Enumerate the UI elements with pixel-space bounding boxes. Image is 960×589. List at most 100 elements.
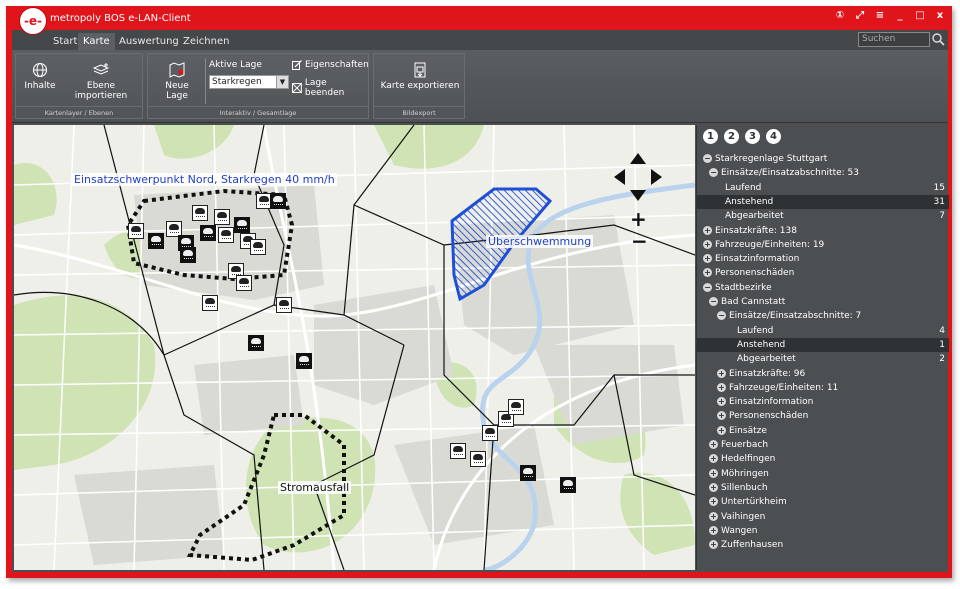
incident-marker[interactable] (236, 275, 252, 291)
tree-item[interactable]: + Sillenbuch (697, 481, 949, 495)
tree-item[interactable]: Abgearbeitet 7 (697, 209, 949, 223)
tree-item[interactable]: + Vaihingen (697, 510, 949, 524)
tree-item[interactable]: + Einsatzinformation (697, 252, 949, 266)
incident-marker[interactable] (560, 477, 576, 493)
expand-icon[interactable]: + (709, 482, 718, 492)
neue-lage-button[interactable]: Neue Lage (154, 62, 200, 101)
tree-item[interactable]: + Personenschäden (697, 266, 949, 280)
expand-icon[interactable]: + (709, 454, 718, 464)
menu-icon[interactable]: ≡ (874, 10, 886, 21)
expand-icon[interactable]: + (703, 239, 712, 249)
tree-item[interactable]: Laufend 15 (697, 181, 949, 195)
incident-marker[interactable] (508, 399, 524, 415)
collapse-icon[interactable]: − (703, 154, 712, 163)
tree-item[interactable]: Anstehend 31 (697, 194, 949, 209)
tree-item[interactable]: + Möhringen (697, 467, 949, 481)
tree-item[interactable]: − Stadtbezirke (697, 281, 949, 295)
incident-marker[interactable] (128, 223, 144, 239)
expand-icon[interactable]: + (717, 425, 726, 435)
incident-marker[interactable] (250, 239, 266, 255)
step-1[interactable]: 1 (703, 129, 718, 144)
search-input[interactable]: Suchen (858, 32, 930, 47)
expand-icon[interactable]: + (709, 540, 718, 550)
incident-marker[interactable] (520, 465, 536, 481)
expand-icon[interactable]: + (709, 525, 718, 535)
pan-down-icon[interactable] (630, 190, 646, 201)
maximize-button[interactable]: □ (914, 10, 926, 21)
eigenschaften-button[interactable]: Eigenschaften (292, 60, 369, 70)
tree-item[interactable]: Anstehend 1 (697, 337, 949, 352)
map-view[interactable]: Einsatzschwerpunkt Nord, Starkregen 40 m… (14, 125, 695, 570)
tree-item[interactable]: + Einsatzkräfte: 96 (697, 367, 949, 381)
incident-marker[interactable] (148, 233, 164, 249)
incident-marker[interactable] (200, 225, 216, 241)
tree-item[interactable]: Abgearbeitet 2 (697, 352, 949, 366)
tree-item[interactable]: + Einsatzkräfte: 138 (697, 224, 949, 238)
collapse-icon[interactable]: − (709, 168, 718, 178)
expand-icon[interactable]: + (709, 511, 718, 521)
tree-item[interactable]: − Einsätze/Einsatzabschnitte: 53 (697, 166, 949, 180)
tree-item[interactable]: + Fahrzeuge/Einheiten: 11 (697, 381, 949, 395)
tree-item[interactable]: + Fahrzeuge/Einheiten: 19 (697, 238, 949, 252)
incident-marker[interactable] (180, 247, 196, 263)
close-button[interactable]: x (934, 10, 946, 21)
expand-icon[interactable]: + (709, 468, 718, 478)
tree-item[interactable]: + Zuffenhausen (697, 538, 949, 552)
incident-marker[interactable] (270, 193, 286, 209)
tree-item[interactable]: − Einsätze/Einsatzabschnitte: 7 (697, 309, 949, 323)
incident-marker[interactable] (482, 425, 498, 441)
tab-auswertung[interactable]: Auswertung (114, 33, 184, 50)
collapse-icon[interactable]: − (717, 311, 726, 321)
inhalte-button[interactable]: Inhalte (20, 62, 60, 91)
user-icon[interactable]: ① (834, 10, 846, 21)
tree-item[interactable]: − Starkregenlage Stuttgart (697, 152, 949, 166)
incident-marker[interactable] (218, 227, 234, 243)
incident-marker[interactable] (296, 353, 312, 369)
tree-item[interactable]: + Personenschäden (697, 409, 949, 423)
pan-control[interactable] (612, 151, 664, 203)
expand-icon[interactable]: + (703, 225, 712, 235)
expand-icon[interactable]: + (717, 382, 726, 392)
incident-marker[interactable] (214, 209, 230, 225)
aktive-lage-select[interactable]: Starkregen ▼ (209, 75, 289, 89)
expand-icon[interactable]: + (703, 268, 712, 278)
tree-item[interactable]: + Hedelfingen (697, 452, 949, 466)
tab-karte[interactable]: Karte (78, 33, 115, 50)
tree-item[interactable]: − Bad Cannstatt (697, 295, 949, 309)
tab-zeichnen[interactable]: Zeichnen (178, 33, 234, 50)
expand-icon[interactable]: + (703, 254, 712, 264)
tree-item[interactable]: + Einsätze (697, 424, 949, 438)
tree-item[interactable]: Laufend 4 (697, 324, 949, 338)
tree-item[interactable]: + Einsatzinformation (697, 395, 949, 409)
ebene-importieren-button[interactable]: Ebene importieren (60, 62, 142, 101)
incident-marker[interactable] (248, 335, 264, 351)
incident-marker[interactable] (234, 217, 250, 233)
step-4[interactable]: 4 (766, 129, 781, 144)
tree-item[interactable]: + Untertürkheim (697, 495, 949, 509)
zoom-out-button[interactable]: − (631, 229, 648, 253)
pan-up-icon[interactable] (630, 153, 646, 164)
incident-marker[interactable] (470, 451, 486, 467)
expand-icon[interactable]: + (717, 368, 726, 378)
incident-marker[interactable] (450, 443, 466, 459)
pan-right-icon[interactable] (651, 169, 662, 185)
pan-left-icon[interactable] (614, 169, 625, 185)
minimize-button[interactable]: _ (894, 10, 906, 21)
zoom-in-button[interactable]: + (630, 207, 647, 231)
incident-marker[interactable] (202, 295, 218, 311)
step-3[interactable]: 3 (745, 129, 760, 144)
lage-beenden-button[interactable]: Lage beenden (292, 78, 368, 98)
incident-marker[interactable] (192, 205, 208, 221)
karte-exportieren-button[interactable]: Karte exportieren (376, 62, 464, 91)
tree-item[interactable]: + Feuerbach (697, 438, 949, 452)
step-2[interactable]: 2 (724, 129, 739, 144)
collapse-icon[interactable]: − (709, 297, 718, 306)
collapse-icon[interactable]: − (703, 282, 712, 292)
incident-marker[interactable] (276, 297, 292, 313)
expand-icon[interactable]: + (709, 497, 718, 507)
tree-item[interactable]: + Wangen (697, 524, 949, 538)
expand-icon[interactable]: + (709, 440, 718, 449)
fullscreen-icon[interactable]: ⤢ (854, 10, 866, 21)
search-icon[interactable] (931, 31, 945, 47)
expand-icon[interactable]: + (717, 397, 726, 407)
